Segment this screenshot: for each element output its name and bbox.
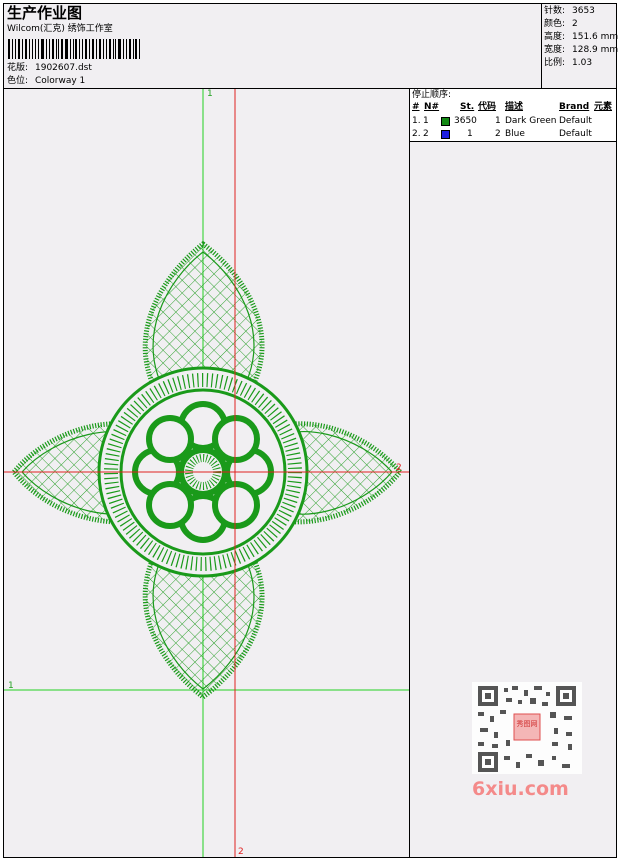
stitches-value: 3653 [572,6,595,16]
row-code: 1 [495,116,501,126]
design-canvas: 1 2 1 2 [3,88,410,858]
col-description: 描述 [505,102,524,112]
flower-design [10,240,404,701]
row-index: 1. [412,116,421,126]
width-value: 128.9 mm [572,45,619,55]
row-brand: Default [559,116,592,126]
colors-label: 颜色: [544,19,566,29]
stop-sequence-panel: 停止顺序: # N# St. 代码 描述 Brand 元素 1. 1 3650 … [409,88,617,142]
ratio-value: 1.03 [572,58,593,68]
guide-mark-v2: 2 [238,847,244,857]
color-swatch [441,117,450,126]
qr-code-image [472,682,582,774]
studio-subtitle: Wilcom(汇克) 绣饰工作室 [7,24,113,34]
col-index: # [412,102,420,112]
col-brand: Brand [559,102,590,112]
width-label: 宽度: [544,45,566,55]
design-info-panel: 针数: 3653 颜色: 2 高度: 151.6 mm 宽度: 128.9 mm… [541,3,619,89]
col-element: 元素 [594,102,613,112]
guide-mark-h2: 2 [396,463,402,473]
row-stitches: 3650 [454,116,477,126]
row-stitches: 1 [467,129,473,139]
color-swatch [441,130,450,139]
ratio-label: 比例: [544,58,566,68]
embroidery-preview [4,89,409,857]
watermark: 秀图网 6xiu.com [470,680,584,800]
stop-sequence-title: 停止顺序: [412,90,452,100]
row-brand: Default [559,129,592,139]
row-description: Blue [505,129,525,139]
design-label: 花版: [7,63,29,73]
col-stitches: St. [460,102,475,112]
col-needle: N# [424,102,440,112]
design-filename: 1902607.dst [35,63,92,73]
header-panel: 生产作业图 Wilcom(汇克) 绣饰工作室 花版: 1902607.dst 色… [3,3,542,89]
watermark-text: 6xiu.com [472,778,569,800]
guide-mark-v1: 1 [207,89,213,99]
row-description: Dark Green [505,116,557,126]
height-label: 高度: [544,32,566,42]
colors-value: 2 [572,19,578,29]
row-needle: 2 [423,129,429,139]
row-needle: 1 [423,116,429,126]
colorway-label: 色位: [7,76,29,86]
stitches-label: 针数: [544,6,566,16]
row-code: 2 [495,129,501,139]
guide-mark-h1: 1 [8,681,14,691]
height-value: 151.6 mm [572,32,619,42]
col-code: 代码 [478,102,497,112]
watermark-stamp: 秀图网 [516,720,538,728]
barcode [8,39,142,59]
page-title: 生产作业图 [7,4,83,22]
colorway-name: Colorway 1 [35,76,86,86]
row-index: 2. [412,129,421,139]
